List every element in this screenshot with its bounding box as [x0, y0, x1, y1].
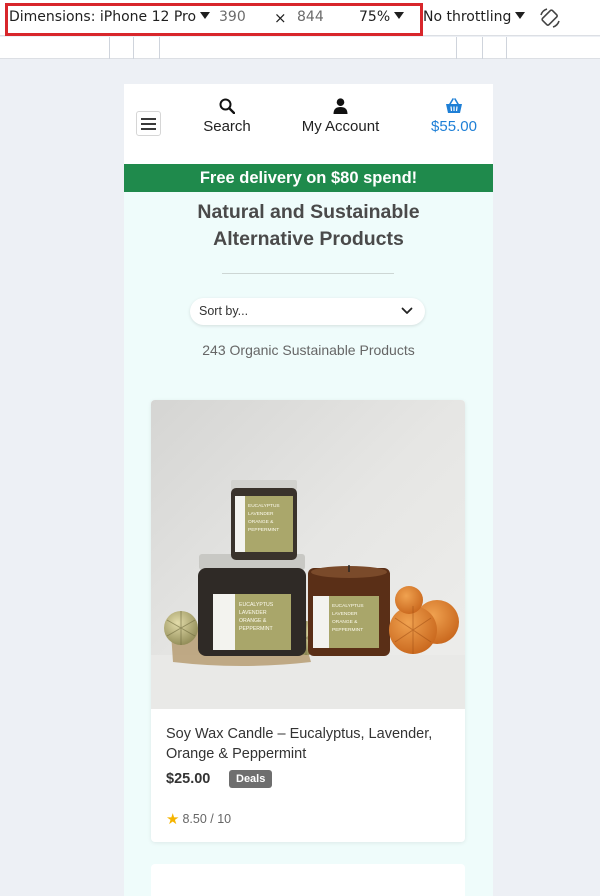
- throttling-select[interactable]: No throttling: [423, 9, 526, 25]
- svg-text:LAVENDER: LAVENDER: [239, 610, 267, 616]
- svg-text:ORANGE &: ORANGE &: [248, 519, 274, 525]
- height-input[interactable]: 844: [297, 9, 324, 25]
- zoom-select[interactable]: 75%: [359, 9, 405, 25]
- deals-badge: Deals: [229, 770, 273, 788]
- chevron-down-icon: [401, 307, 413, 314]
- free-delivery-banner: Free delivery on $80 spend!: [124, 164, 493, 192]
- product-card-next[interactable]: [151, 864, 465, 896]
- search-link[interactable]: Search: [201, 98, 253, 135]
- zoom-label: 75%: [359, 9, 391, 25]
- product-card[interactable]: EUCALYPTUS LAVENDER ORANGE & PEPPERMINT EUC…: [151, 400, 465, 842]
- title-divider: [222, 273, 394, 274]
- product-name[interactable]: Soy Wax Candle – Eucalyptus, Lavender, O…: [166, 724, 456, 764]
- width-input[interactable]: 390: [219, 9, 246, 25]
- responsive-ruler: [0, 37, 600, 59]
- svg-text:EUCALYPTUS: EUCALYPTUS: [332, 603, 364, 609]
- svg-text:PEPPERMINT: PEPPERMINT: [248, 527, 279, 533]
- cart-total: $55.00: [431, 118, 477, 135]
- caret-down-icon: [515, 12, 526, 19]
- account-label: My Account: [301, 118, 380, 135]
- caret-down-icon: [200, 12, 211, 19]
- search-label: Search: [203, 118, 251, 135]
- product-price: $25.00: [166, 771, 211, 787]
- svg-text:LAVENDER: LAVENDER: [332, 611, 358, 617]
- user-icon: [333, 98, 348, 114]
- sort-label: Sort by...: [199, 304, 249, 318]
- star-icon: ★: [166, 811, 180, 828]
- sort-dropdown[interactable]: Sort by...: [190, 298, 425, 325]
- times-symbol: ×: [274, 9, 287, 27]
- svg-text:ORANGE &: ORANGE &: [239, 618, 267, 624]
- product-rating: ★ 8.50 / 10: [166, 810, 231, 828]
- search-icon: [219, 98, 235, 114]
- svg-text:ORANGE &: ORANGE &: [332, 619, 358, 625]
- site-header: Search My Account $55.00: [124, 84, 493, 164]
- svg-text:PEPPERMINT: PEPPERMINT: [239, 626, 274, 632]
- svg-text:LAVENDER: LAVENDER: [248, 511, 274, 517]
- devtools-toolbar: Dimensions: iPhone 12 Pro 390 × 844 75% …: [0, 0, 600, 36]
- svg-text:PEPPERMINT: PEPPERMINT: [332, 627, 363, 633]
- account-link[interactable]: My Account: [292, 98, 389, 135]
- rating-value: 8.50 / 10: [182, 812, 232, 826]
- device-label: Dimensions: iPhone 12 Pro: [9, 9, 197, 25]
- caret-down-icon: [394, 12, 405, 19]
- basket-icon: [446, 98, 462, 113]
- page-title-line-2: Alternative Products: [213, 228, 404, 250]
- menu-button[interactable]: [136, 111, 161, 136]
- cart-link[interactable]: $55.00: [426, 98, 482, 135]
- product-count: 243 Organic Sustainable Products: [202, 342, 415, 358]
- throttling-label: No throttling: [423, 9, 512, 25]
- svg-text:EUCALYPTUS: EUCALYPTUS: [239, 602, 274, 608]
- page-title: Natural and Sustainable Alternative Prod…: [124, 199, 493, 253]
- device-select[interactable]: Dimensions: iPhone 12 Pro: [9, 9, 211, 25]
- svg-text:EUCALYPTUS: EUCALYPTUS: [248, 503, 280, 509]
- product-image[interactable]: EUCALYPTUS LAVENDER ORANGE & PEPPERMINT EUC…: [151, 400, 465, 709]
- mobile-viewport: Search My Account $55.00 Free delivery o…: [124, 84, 493, 896]
- page-title-line-1: Natural and Sustainable: [197, 201, 420, 223]
- rotate-icon[interactable]: [538, 6, 562, 30]
